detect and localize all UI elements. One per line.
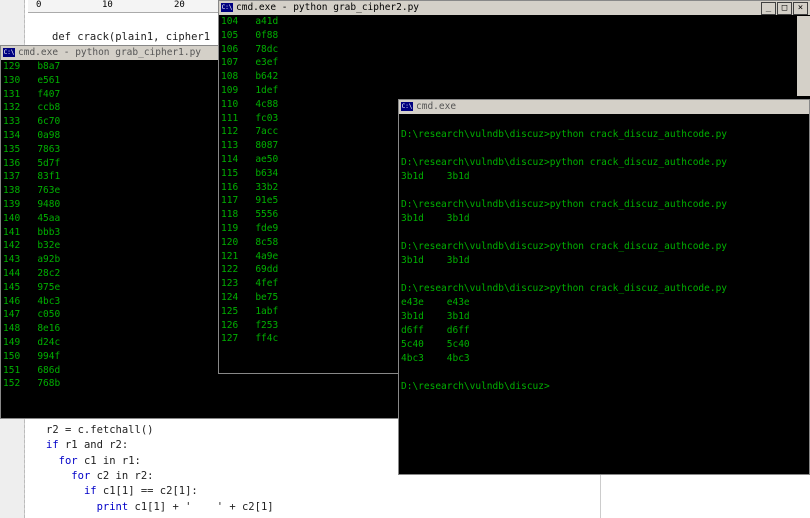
console-output: D:\research\vulndb\discuz>python crack_d… <box>399 114 809 394</box>
window-title: cmd.exe - python grab_cipher1.py <box>18 47 202 58</box>
window-titlebar[interactable]: C:\ cmd.exe - python grab_cipher2.py <box>219 1 810 15</box>
console-line: D:\research\vulndb\discuz>python crack_d… <box>401 199 728 210</box>
ruler-tick: 0 <box>36 0 42 10</box>
console-line: 106 78dc <box>221 43 279 55</box>
console-line: D:\research\vulndb\discuz>python crack_d… <box>401 241 728 252</box>
code-line: for c1 in r1: <box>46 455 141 467</box>
close-button[interactable]: × <box>793 2 808 15</box>
code-text: c2 in r2: <box>90 469 154 482</box>
console-line: d6ff d6ff <box>401 325 470 336</box>
code-line: r2 = c.fetchall() <box>46 424 153 436</box>
code-keyword: if <box>46 439 59 452</box>
code-keyword: if <box>83 485 97 498</box>
console-line: e43e e43e <box>401 297 470 308</box>
ruler-tick: 20 <box>174 0 185 10</box>
ruler-tick: 10 <box>102 0 113 10</box>
console-line: 108 b642 <box>221 71 279 83</box>
code-text: c1[1] == c2[1]: <box>96 485 198 498</box>
maximize-button[interactable]: □ <box>777 2 792 15</box>
console-line: 109 1def <box>221 84 279 96</box>
console-window-crack[interactable]: C:\ cmd.exe D:\research\vulndb\discuz>pyt… <box>398 99 810 475</box>
code-keyword: for <box>71 469 91 482</box>
console-line: 3b1d 3b1d <box>401 255 470 266</box>
code-line: if r1 and r2: <box>46 439 128 451</box>
console-line: D:\research\vulndb\discuz> <box>401 381 550 392</box>
editor-ruler: 0 10 20 <box>28 0 218 13</box>
code-text: c1 in r1: <box>77 454 141 467</box>
code-line: print c1[1] + ' ' + c2[1] <box>46 501 274 513</box>
console-line: 104 a41d <box>221 16 279 27</box>
window-controls: _ □ × <box>761 1 809 15</box>
code-keyword: print <box>96 500 129 513</box>
window-titlebar[interactable]: C:\ cmd.exe <box>399 100 809 114</box>
console-line: 3b1d 3b1d <box>401 213 470 224</box>
console-line: 105 0f88 <box>221 29 279 41</box>
window-title: cmd.exe <box>416 101 457 112</box>
code-line-def: def crack(plain1, cipher1 <box>52 31 211 43</box>
console-line: 4bc3 4bc3 <box>401 353 470 364</box>
console-icon: C:\ <box>221 3 233 12</box>
console-icon: C:\ <box>401 102 413 111</box>
console-line: 107 e3ef <box>221 57 279 69</box>
code-text: r2 = c.fetchall() <box>46 424 154 436</box>
console-line: 5c40 5c40 <box>401 339 470 350</box>
code-line: for c2 in r2: <box>46 470 153 482</box>
minimize-button[interactable]: _ <box>761 2 776 15</box>
console-line: D:\research\vulndb\discuz>python crack_d… <box>401 129 728 140</box>
code-keyword: for <box>58 454 78 467</box>
console-line: D:\research\vulndb\discuz>python crack_d… <box>401 283 728 294</box>
code-text: c1[1] + ' ' + c2[1] <box>128 500 274 513</box>
pane-divider <box>600 470 601 518</box>
console-line: 3b1d 3b1d <box>401 171 470 182</box>
scrollbar[interactable] <box>797 16 810 96</box>
console-line: D:\research\vulndb\discuz>python crack_d… <box>401 157 728 168</box>
console-line: 152 768b <box>3 378 61 390</box>
window-title: cmd.exe - python grab_cipher2.py <box>236 2 420 13</box>
console-line: 3b1d 3b1d <box>401 311 470 322</box>
code-text: r1 and r2: <box>58 439 129 452</box>
code-line: if c1[1] == c2[1]: <box>46 485 198 497</box>
console-icon: C:\ <box>3 48 15 57</box>
